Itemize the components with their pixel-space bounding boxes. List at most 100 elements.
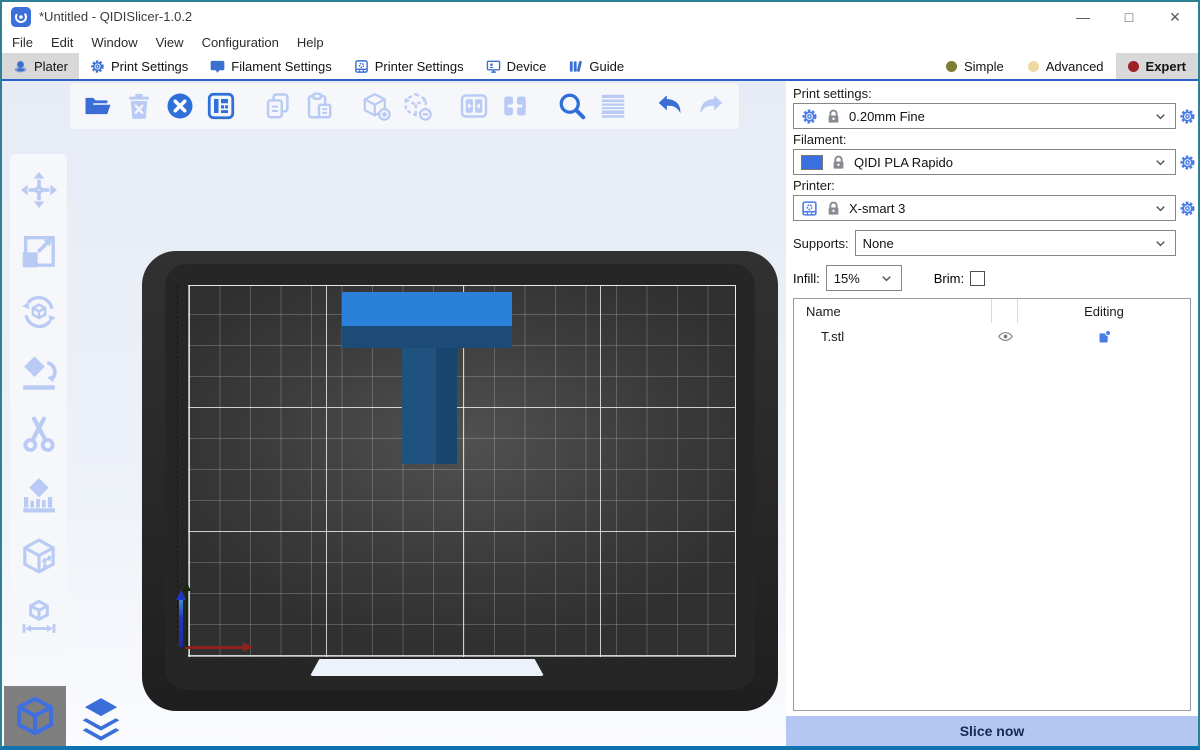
paste-button[interactable] xyxy=(304,91,334,121)
brim-checkbox[interactable] xyxy=(970,271,985,286)
printer-combo[interactable]: X-smart 3 xyxy=(793,195,1176,221)
gear-icon xyxy=(1179,154,1196,171)
printer-row: X-smart 3 xyxy=(793,195,1198,221)
filament-combo[interactable]: QIDI PLA Rapido xyxy=(793,149,1176,175)
plater-icon xyxy=(13,59,28,74)
paint-on-supports-button[interactable] xyxy=(18,473,60,517)
main-area: Print settings: 0.20mm Fine xyxy=(2,81,1198,746)
supports-value: None xyxy=(863,236,894,251)
mode-label: Expert xyxy=(1146,59,1186,74)
place-on-face-button[interactable] xyxy=(18,351,60,395)
minimize-button[interactable]: — xyxy=(1060,2,1106,32)
menu-view[interactable]: View xyxy=(147,35,193,50)
print-settings-gear-button[interactable] xyxy=(1176,108,1198,125)
mode-advanced[interactable]: Advanced xyxy=(1016,53,1116,79)
infill-combo[interactable]: 15% xyxy=(826,265,902,291)
undo-button[interactable] xyxy=(655,91,685,121)
filament-gear-button[interactable] xyxy=(1176,154,1198,171)
z-axis-arrowhead xyxy=(176,590,186,600)
remove-instance-button[interactable] xyxy=(402,91,432,121)
copy-button[interactable] xyxy=(263,91,293,121)
advanced-dot-icon xyxy=(1028,61,1039,72)
measure-button[interactable] xyxy=(18,595,60,639)
x-axis-arrowhead xyxy=(243,642,253,652)
brim-label: Brim: xyxy=(934,271,964,286)
editor-view-button[interactable] xyxy=(4,686,66,746)
axis-guide-line xyxy=(177,286,178,638)
split-objects-button[interactable] xyxy=(459,91,489,121)
x-axis-arrow xyxy=(185,646,243,649)
printer-value: X-smart 3 xyxy=(849,201,905,216)
gear-icon xyxy=(1179,200,1196,217)
split-volumes-button[interactable] xyxy=(500,91,530,121)
eye-icon xyxy=(997,328,1014,345)
column-editing: Editing xyxy=(1018,304,1190,319)
printer-icon xyxy=(354,59,369,74)
menu-window[interactable]: Window xyxy=(82,35,146,50)
expert-dot-icon xyxy=(1128,61,1139,72)
cube-3d-icon xyxy=(13,694,57,738)
visibility-toggle[interactable] xyxy=(992,328,1018,345)
infill-label: Infill: xyxy=(793,271,820,286)
close-button[interactable]: × xyxy=(1152,2,1198,32)
delete-all-button[interactable] xyxy=(165,91,195,121)
print-settings-combo[interactable]: 0.20mm Fine xyxy=(793,103,1176,129)
filament-icon xyxy=(210,59,225,74)
chevron-down-icon xyxy=(1153,155,1168,170)
window-controls: — □ × xyxy=(1060,2,1198,32)
titlebar: *Untitled - QIDISlicer-1.0.2 — □ × xyxy=(2,2,1198,31)
supports-row: Supports: None xyxy=(793,230,1176,256)
scale-button[interactable] xyxy=(18,229,60,273)
print-settings-value: 0.20mm Fine xyxy=(849,109,925,124)
mode-simple[interactable]: Simple xyxy=(934,53,1016,79)
rotate-button[interactable] xyxy=(18,290,60,334)
variable-layer-height-button[interactable] xyxy=(598,91,628,121)
column-name: Name xyxy=(794,299,992,323)
menu-file[interactable]: File xyxy=(3,35,42,50)
edit-icon xyxy=(1096,328,1113,345)
supports-label: Supports: xyxy=(793,236,849,251)
app-window: *Untitled - QIDISlicer-1.0.2 — □ × File … xyxy=(0,0,1200,750)
edit-object-button[interactable] xyxy=(1018,328,1190,345)
lock-icon xyxy=(825,200,842,217)
search-button[interactable] xyxy=(557,91,587,121)
tab-printer-settings[interactable]: Printer Settings xyxy=(343,53,475,79)
tab-device[interactable]: Device xyxy=(475,53,558,79)
object-row[interactable]: T.stl xyxy=(794,323,1190,349)
layers-icon xyxy=(77,695,125,741)
delete-button[interactable] xyxy=(124,91,154,121)
mode-label: Advanced xyxy=(1046,59,1104,74)
tab-label: Printer Settings xyxy=(375,59,464,74)
arrange-button[interactable] xyxy=(206,91,236,121)
printer-gear-button[interactable] xyxy=(1176,200,1198,217)
filament-value: QIDI PLA Rapido xyxy=(854,155,953,170)
tab-guide[interactable]: Guide xyxy=(557,53,635,79)
open-button[interactable] xyxy=(83,91,113,121)
slice-now-button[interactable]: Slice now xyxy=(786,716,1198,746)
top-toolbar xyxy=(70,83,739,129)
supports-combo[interactable]: None xyxy=(855,230,1176,256)
menu-edit[interactable]: Edit xyxy=(42,35,82,50)
left-toolbar xyxy=(10,154,67,653)
tab-filament-settings[interactable]: Filament Settings xyxy=(199,53,342,79)
preview-view-button[interactable] xyxy=(72,690,130,746)
menu-configuration[interactable]: Configuration xyxy=(193,35,288,50)
mode-expert[interactable]: Expert xyxy=(1116,53,1198,79)
object-list: Name Editing T.stl xyxy=(793,298,1191,711)
infill-value: 15% xyxy=(834,271,860,286)
add-instance-button[interactable] xyxy=(361,91,391,121)
lock-icon xyxy=(825,108,842,125)
device-icon xyxy=(486,59,501,74)
menu-help[interactable]: Help xyxy=(288,35,333,50)
move-button[interactable] xyxy=(18,168,60,212)
filament-label: Filament: xyxy=(793,132,1198,147)
redo-button[interactable] xyxy=(696,91,726,121)
cut-button[interactable] xyxy=(18,412,60,456)
viewport-3d[interactable] xyxy=(2,81,786,746)
infill-row: Infill: 15% Brim: xyxy=(793,265,1198,291)
tab-plater[interactable]: Plater xyxy=(2,53,79,79)
maximize-button[interactable]: □ xyxy=(1106,2,1152,32)
seam-painting-button[interactable] xyxy=(18,534,60,578)
tab-print-settings[interactable]: Print Settings xyxy=(79,53,199,79)
bed-handle-notch xyxy=(310,659,544,676)
